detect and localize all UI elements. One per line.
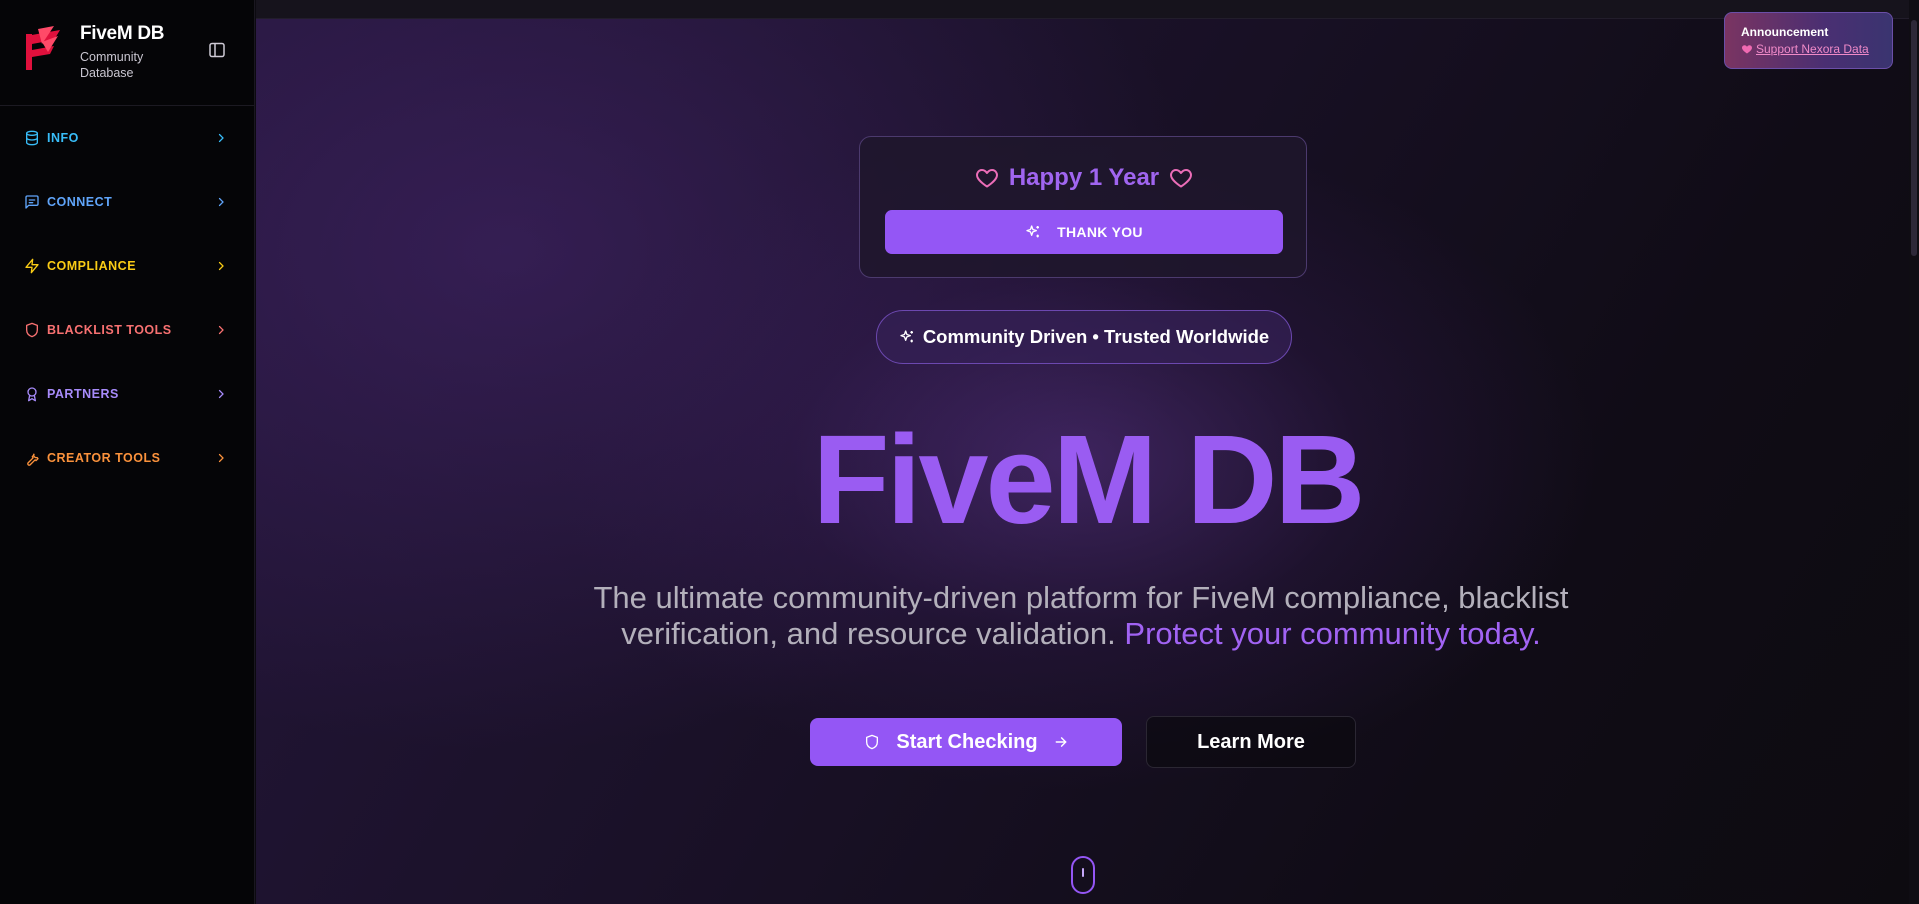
database-icon [24, 130, 40, 146]
anniversary-title-row: Happy 1 Year [860, 163, 1308, 193]
announcement-link-text[interactable]: Support Nexora Data [1756, 42, 1869, 56]
arrow-right-icon [1054, 735, 1068, 749]
sidebar-item-label: BLACKLIST TOOLS [47, 323, 172, 337]
anniversary-card: Happy 1 Year THANK YOU [859, 136, 1307, 278]
announcement-banner[interactable]: Announcement Support Nexora Data [1724, 12, 1893, 69]
sidebar-item-info[interactable]: INFO [0, 106, 254, 170]
chevron-right-icon [215, 324, 227, 336]
chevron-right-icon [215, 452, 227, 464]
hero-title: FiveM DB [812, 409, 1365, 550]
sidebar-item-label: PARTNERS [47, 387, 119, 401]
community-badge: Community Driven • Trusted Worldwide [876, 310, 1292, 364]
community-badge-text: Community Driven • Trusted Worldwide [922, 326, 1270, 347]
scrollbar[interactable] [1909, 0, 1919, 904]
shield-icon [24, 322, 40, 338]
brand-title: FiveM DB [80, 23, 165, 44]
scrollbar-thumb[interactable] [1911, 20, 1917, 256]
wrench-icon [24, 450, 40, 466]
chevron-right-icon [215, 196, 227, 208]
sidebar-item-label: CREATOR TOOLS [47, 451, 161, 465]
sidebar: FiveM DB Community Database INFO CONNECT… [0, 0, 255, 904]
scroll-down-indicator[interactable] [1071, 856, 1095, 894]
start-checking-label: Start Checking [896, 730, 1038, 753]
sidebar-item-compliance[interactable]: COMPLIANCE [0, 234, 254, 298]
heart-icon [1170, 169, 1193, 188]
heart-icon [1742, 45, 1752, 54]
fivem-f-logo-icon[interactable] [20, 26, 66, 72]
learn-more-button[interactable]: Learn More [1146, 716, 1356, 768]
chevron-right-icon [215, 388, 227, 400]
sparkles-icon [1026, 225, 1040, 238]
message-square-icon [24, 194, 40, 210]
sidebar-item-partners[interactable]: PARTNERS [0, 362, 254, 426]
sidebar-item-connect[interactable]: CONNECT [0, 170, 254, 234]
top-bar [256, 0, 1919, 19]
sidebar-item-label: COMPLIANCE [47, 259, 137, 273]
start-checking-button[interactable]: Start Checking [810, 718, 1122, 766]
sidebar-toggle-icon[interactable] [207, 40, 227, 60]
main-content: Announcement Support Nexora Data Happy 1… [256, 0, 1919, 904]
anniversary-title: Happy 1 Year [1008, 164, 1160, 191]
sparkles-icon [900, 330, 913, 343]
sidebar-item-label: INFO [47, 131, 79, 145]
announcement-link[interactable]: Support Nexora Data [1741, 42, 1876, 56]
brand-subtitle: Community Database [80, 50, 144, 80]
hero-subtitle: The ultimate community-driven platform f… [516, 580, 1646, 652]
hero-subtitle-accent: Protect your community today. [1124, 616, 1541, 651]
brand-header: FiveM DB Community Database [0, 0, 254, 106]
thank-you-label: THANK YOU [1057, 224, 1143, 240]
heart-icon [975, 169, 998, 188]
learn-more-label: Learn More [1197, 730, 1305, 753]
announcement-title: Announcement [1741, 25, 1829, 39]
sidebar-item-label: CONNECT [47, 195, 113, 209]
chevron-right-icon [215, 132, 227, 144]
thank-you-button[interactable]: THANK YOU [885, 210, 1283, 254]
sidebar-nav: INFO CONNECT COMPLIANCE BLACKLIST TOOLS … [0, 106, 254, 490]
zap-icon [24, 258, 40, 274]
award-icon [24, 386, 40, 402]
sidebar-item-creator-tools[interactable]: CREATOR TOOLS [0, 426, 254, 490]
shield-icon [864, 734, 880, 750]
sidebar-item-blacklist-tools[interactable]: BLACKLIST TOOLS [0, 298, 254, 362]
chevron-right-icon [215, 260, 227, 272]
